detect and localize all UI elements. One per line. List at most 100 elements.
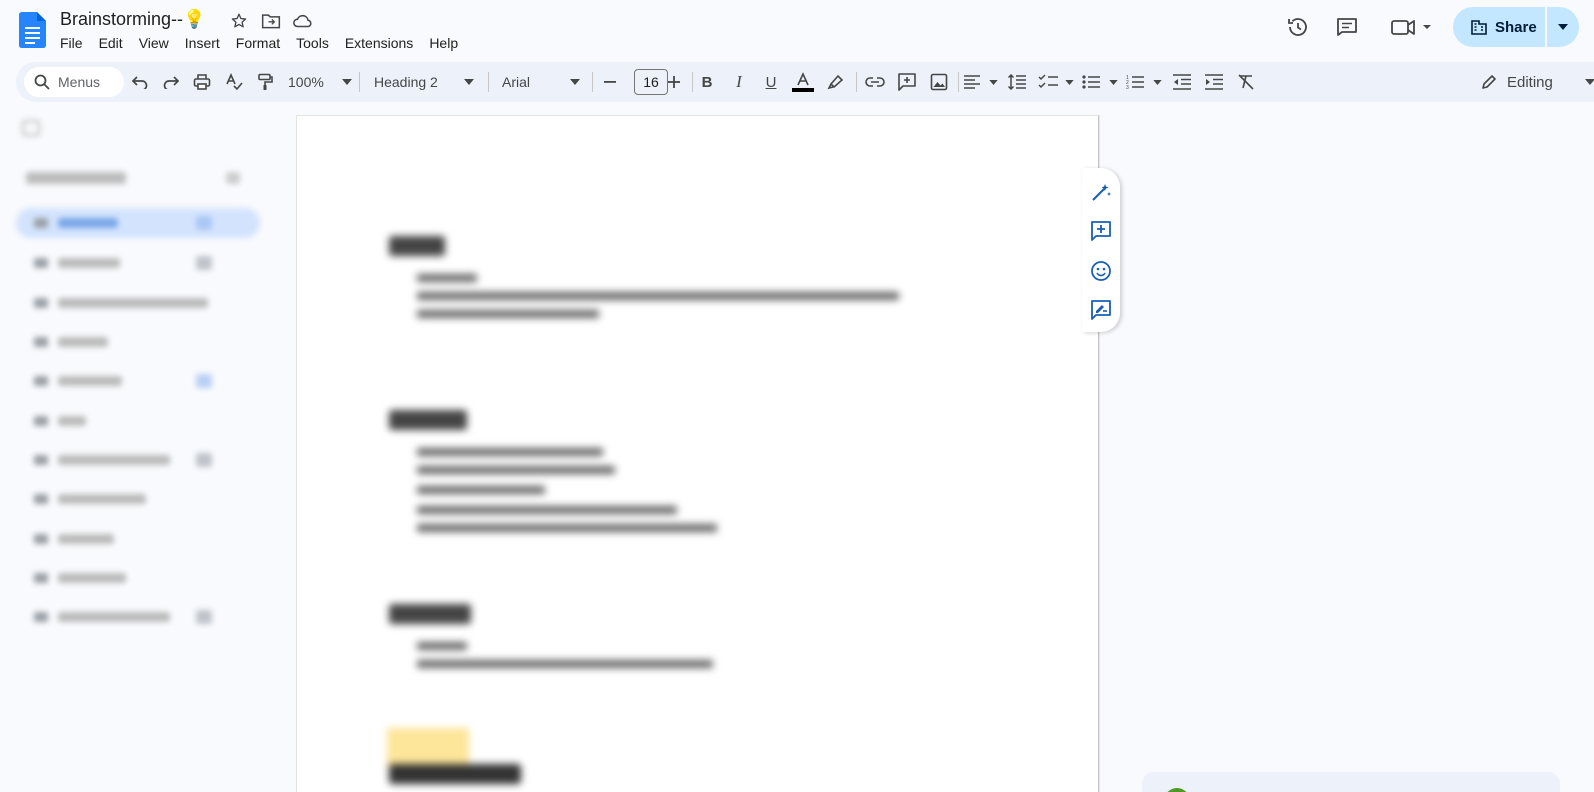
outline-item[interactable]	[16, 248, 260, 278]
share-button[interactable]: Share	[1453, 7, 1545, 47]
suggest-edits-icon[interactable]	[1089, 298, 1113, 322]
redacted-line	[417, 524, 717, 532]
menu-tools[interactable]: Tools	[288, 32, 337, 54]
undo-icon[interactable]	[129, 70, 151, 94]
toolbar-divider	[692, 72, 693, 92]
help-me-write-icon[interactable]	[1089, 180, 1113, 204]
document-title-text[interactable]: Brainstorming--	[60, 9, 183, 29]
document-page[interactable]	[297, 116, 1099, 792]
menu-view[interactable]: View	[131, 32, 177, 54]
outline-item[interactable]	[16, 327, 260, 357]
print-icon[interactable]	[191, 70, 213, 94]
menu-file[interactable]: File	[52, 32, 91, 54]
search-menus-input[interactable]: Menus	[24, 67, 124, 97]
title-actions	[228, 10, 314, 32]
outline-item[interactable]	[16, 484, 260, 514]
highlight-color-icon[interactable]	[825, 70, 847, 94]
decrease-indent-icon[interactable]	[1171, 70, 1193, 94]
share-label: Share	[1495, 18, 1537, 36]
redacted-line	[417, 310, 599, 318]
outline-heading	[26, 172, 126, 184]
highlighted-text	[387, 728, 469, 768]
line-spacing-icon[interactable]	[1006, 70, 1028, 94]
caret-down-icon	[342, 79, 352, 85]
redacted-line	[417, 448, 603, 456]
redacted-line	[417, 292, 899, 300]
caret-down-icon	[464, 79, 474, 85]
numbered-list-icon[interactable]: 123	[1126, 70, 1162, 94]
document-title[interactable]: Brainstorming--💡	[60, 9, 205, 30]
paint-format-icon[interactable]	[254, 70, 276, 94]
menu-format[interactable]: Format	[228, 32, 288, 54]
bulleted-list-icon[interactable]	[1082, 70, 1118, 94]
redacted-line	[417, 660, 713, 668]
search-icon	[34, 74, 50, 90]
bottom-card	[1142, 772, 1560, 792]
star-icon[interactable]	[228, 10, 250, 32]
outline-item[interactable]	[16, 288, 260, 318]
insert-image-icon[interactable]	[928, 70, 950, 94]
outline-item[interactable]	[16, 366, 260, 396]
align-icon[interactable]	[964, 70, 998, 94]
caret-down-icon	[1558, 24, 1568, 30]
outline-add-icon[interactable]	[226, 172, 240, 184]
redacted-heading	[389, 410, 467, 430]
title-bar: Brainstorming--💡 File Edit View Insert F…	[0, 0, 1594, 60]
lightbulb-emoji: 💡	[183, 9, 206, 29]
menu-insert[interactable]: Insert	[177, 32, 228, 54]
caret-down-icon	[570, 79, 580, 85]
redacted-heading	[389, 236, 445, 256]
zoom-value: 100%	[288, 74, 324, 90]
outline-item[interactable]	[16, 208, 260, 238]
redacted-heading	[389, 764, 521, 784]
increase-font-size-icon[interactable]	[664, 70, 684, 94]
checklist-icon[interactable]	[1038, 70, 1074, 94]
redacted-line	[417, 506, 677, 514]
folder-move-icon[interactable]	[260, 10, 282, 32]
comments-icon[interactable]	[1332, 12, 1362, 42]
editing-mode-select[interactable]: Editing	[1481, 70, 1594, 94]
toolbar-divider	[592, 72, 593, 92]
history-icon[interactable]	[1283, 12, 1313, 42]
outline-item[interactable]	[16, 406, 260, 436]
underline-icon[interactable]: U	[760, 70, 782, 94]
increase-indent-icon[interactable]	[1203, 70, 1225, 94]
avatar[interactable]	[1164, 788, 1190, 792]
redacted-line	[417, 274, 477, 282]
paragraph-style-select[interactable]: Heading 2	[374, 70, 474, 94]
add-comment-icon[interactable]	[1089, 219, 1113, 243]
menu-help[interactable]: Help	[421, 32, 466, 54]
google-docs-icon[interactable]	[19, 12, 46, 48]
redacted-line	[417, 642, 467, 650]
share-dropdown-button[interactable]	[1547, 7, 1579, 47]
redacted-line	[417, 466, 615, 474]
zoom-select[interactable]: 100%	[288, 70, 352, 94]
redo-icon[interactable]	[160, 70, 182, 94]
search-menus-placeholder: Menus	[58, 74, 101, 90]
menu-extensions[interactable]: Extensions	[337, 32, 421, 54]
text-color-icon[interactable]	[791, 70, 815, 94]
emoji-reaction-icon[interactable]	[1089, 259, 1113, 283]
decrease-font-size-icon[interactable]	[600, 70, 620, 94]
bold-icon[interactable]: B	[696, 70, 718, 94]
outline-item[interactable]	[16, 602, 260, 632]
outline-item[interactable]	[16, 445, 260, 475]
building-icon	[1471, 20, 1487, 35]
video-call-icon[interactable]	[1388, 12, 1434, 42]
font-size-input[interactable]: 16	[634, 69, 668, 95]
spellcheck-icon[interactable]	[223, 70, 245, 94]
outline-item[interactable]	[16, 524, 260, 554]
insert-link-icon[interactable]	[864, 70, 886, 94]
italic-icon[interactable]: I	[728, 70, 750, 94]
clear-formatting-icon[interactable]	[1235, 70, 1257, 94]
add-comment-icon[interactable]	[896, 70, 918, 94]
toolbar-divider	[856, 72, 857, 92]
document-outline-panel	[0, 110, 280, 792]
cloud-saved-icon[interactable]	[292, 10, 314, 32]
font-select[interactable]: Arial	[502, 70, 580, 94]
menu-edit[interactable]: Edit	[91, 32, 131, 54]
toolbar-divider	[488, 72, 489, 92]
outline-toggle-icon[interactable]	[22, 120, 40, 136]
outline-item[interactable]	[16, 563, 260, 593]
menu-bar: File Edit View Insert Format Tools Exten…	[52, 32, 466, 54]
